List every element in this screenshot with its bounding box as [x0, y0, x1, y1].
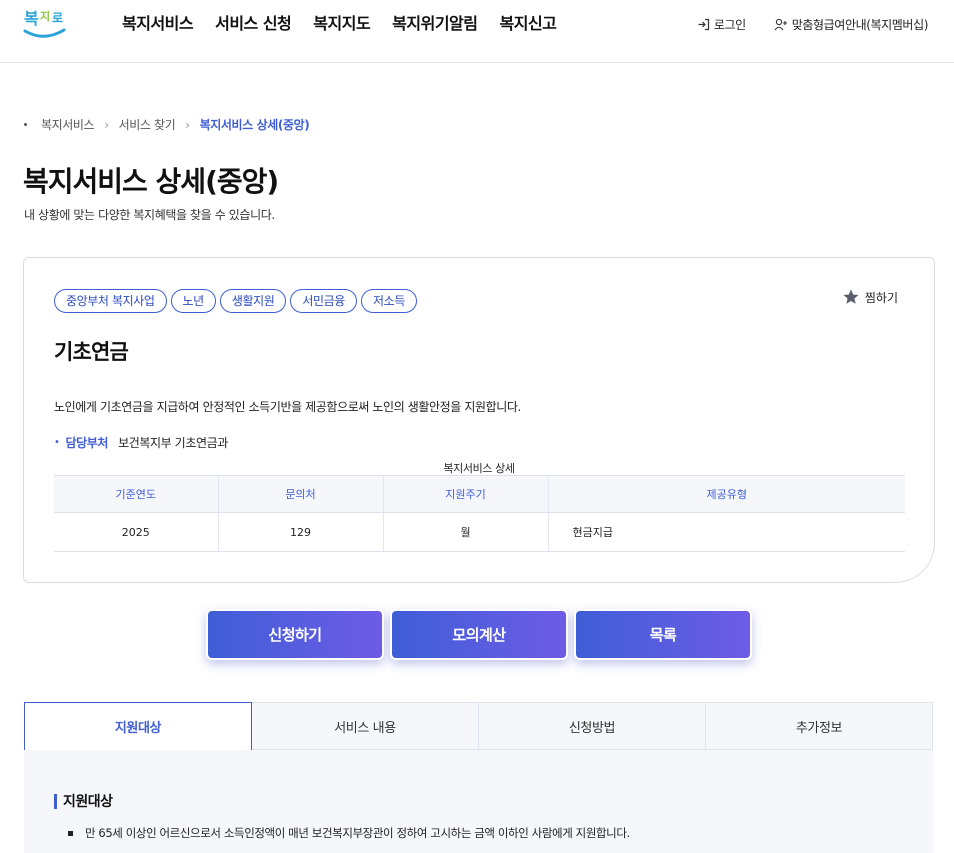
bullet-icon: •	[54, 437, 60, 448]
nav-crisis-alert[interactable]: 복지위기알림	[392, 10, 478, 34]
action-buttons: 신청하기 모의계산 목록	[206, 609, 758, 660]
site-logo[interactable]: 복 지 로	[22, 2, 68, 42]
membership-link[interactable]: 맞춤형급여안내(복지멤버십)	[774, 16, 928, 33]
simulate-button[interactable]: 모의계산	[390, 609, 568, 660]
bookmark-button[interactable]: 찜하기	[842, 288, 898, 306]
service-detail-table: 기준연도 문의처 지원주기 제공유형 2025 129 월 현금지급	[54, 475, 905, 552]
table-row: 2025 129 월 현금지급	[54, 512, 905, 552]
nav-welfare-map[interactable]: 복지지도	[313, 10, 370, 34]
svg-text:로: 로	[52, 11, 63, 25]
detail-tabs: 지원대상 서비스 내용 신청방법 추가정보	[24, 702, 933, 751]
service-summary: 노인에게 기초연금을 지급하여 안정적인 소득기반을 제공함으로써 노인의 생활…	[54, 400, 521, 414]
utility-links: 로그인 맞춤형급여안내(복지멤버십)	[669, 16, 928, 33]
section-title-text: 지원대상	[63, 794, 113, 810]
svg-text:지: 지	[40, 9, 50, 23]
breadcrumb-item-welfare-services[interactable]: 복지서비스	[41, 116, 95, 133]
col-header-provision-type: 제공유형	[548, 475, 905, 513]
login-link[interactable]: 로그인	[697, 16, 746, 33]
nav-welfare-report[interactable]: 복지신고	[500, 10, 557, 34]
service-card: 중앙부처 복지사업 노년 생활지원 서민금융 저소득 찜하기 기초연금 노인에게…	[23, 257, 935, 583]
page-description: 내 상황에 맞는 다양한 복지혜택을 찾을 수 있습니다.	[24, 208, 275, 222]
nav-welfare-services[interactable]: 복지서비스	[122, 10, 194, 34]
cell-contact: 129	[218, 512, 384, 552]
breadcrumb-item-current: 복지서비스 상세(중앙)	[199, 118, 310, 132]
membership-label: 맞춤형급여안내(복지멤버십)	[791, 18, 929, 32]
col-header-contact: 문의처	[218, 475, 384, 513]
list-item-text: 만 65세 이상인 어르신으로서 소득인정액이 매년 보건복지부장관이 정하여 …	[85, 826, 630, 840]
tag-low-income[interactable]: 저소득	[360, 289, 417, 313]
breadcrumb-home-dot	[24, 123, 27, 126]
tag-living-support[interactable]: 생활지원	[219, 289, 287, 313]
table-header-row: 기준연도 문의처 지원주기 제공유형	[54, 475, 905, 513]
table-caption: 복지서비스 상세	[443, 462, 515, 475]
tag-elderly[interactable]: 노년	[170, 289, 216, 313]
tab-panel-eligibility: 지원대상 만 65세 이상인 어르신으로서 소득인정액이 매년 보건복지부장관이…	[24, 750, 933, 853]
nav-service-apply[interactable]: 서비스 신청	[215, 10, 292, 34]
chevron-right-icon: ›	[104, 117, 109, 132]
login-icon	[698, 18, 709, 31]
user-add-icon	[774, 18, 787, 31]
cell-support-cycle: 월	[383, 512, 549, 552]
eligibility-list: 만 65세 이상인 어르신으로서 소득인정액이 매년 보건복지부장관이 정하여 …	[68, 825, 630, 841]
tag-microfinance[interactable]: 서민금융	[290, 289, 357, 313]
apply-button[interactable]: 신청하기	[206, 609, 384, 660]
tab-eligibility[interactable]: 지원대상	[24, 702, 252, 751]
list-button[interactable]: 목록	[574, 609, 752, 660]
department-info: • 담당부처 보건복지부 기초연금과	[54, 434, 228, 451]
tab-additional-info[interactable]: 추가정보	[706, 702, 933, 750]
tab-service-content[interactable]: 서비스 내용	[252, 702, 479, 750]
list-item: 만 65세 이상인 어르신으로서 소득인정액이 매년 보건복지부장관이 정하여 …	[68, 825, 630, 841]
service-tags: 중앙부처 복지사업 노년 생활지원 서민금융 저소득	[54, 289, 421, 313]
col-header-base-year: 기준연도	[54, 475, 219, 513]
login-label: 로그인	[713, 18, 746, 32]
service-name: 기초연금	[54, 340, 129, 364]
site-header: 복 지 로 복지서비스 서비스 신청 복지지도 복지위기알림 복지신고 로그인 …	[0, 0, 954, 63]
bookmark-label: 찜하기	[864, 290, 898, 305]
tab-application-method[interactable]: 신청방법	[479, 702, 706, 750]
breadcrumb-item-service-search[interactable]: 서비스 찾기	[119, 116, 176, 133]
square-bullet-icon	[68, 830, 73, 836]
breadcrumb: 복지서비스 › 서비스 찾기 › 복지서비스 상세(중앙)	[24, 116, 310, 133]
department-value: 보건복지부 기초연금과	[118, 436, 228, 450]
cell-provision-type: 현금지급	[548, 512, 905, 552]
section-title-bar	[54, 793, 57, 809]
cell-base-year: 2025	[54, 512, 219, 552]
page-title: 복지서비스 상세(중앙)	[23, 165, 279, 198]
svg-text:복: 복	[24, 9, 39, 28]
col-header-support-cycle: 지원주기	[383, 475, 549, 513]
logo-icon: 복 지 로	[23, 9, 66, 38]
main-nav: 복지서비스 서비스 신청 복지지도 복지위기알림 복지신고	[122, 10, 578, 34]
star-icon	[843, 289, 859, 304]
tag-central-ministry[interactable]: 중앙부처 복지사업	[54, 289, 167, 313]
section-title: 지원대상	[54, 791, 113, 811]
department-label: 담당부처	[65, 436, 109, 450]
chevron-right-icon: ›	[185, 117, 190, 132]
